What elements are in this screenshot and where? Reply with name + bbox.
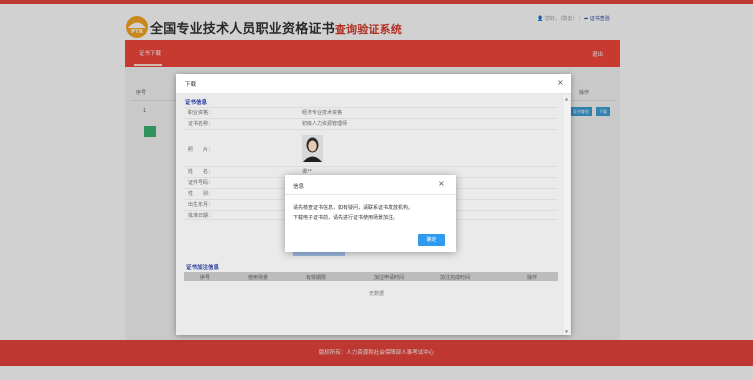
info-dialog: 信息 × 请先核查证书信息，如有疑问，请联系证书发放机构。 下载电子证书前，请先… [285, 175, 456, 252]
info-row: 职业资格： 经济专业技术资格 [184, 107, 558, 117]
rec-col-finish-time: 加注完成时间 [440, 275, 471, 281]
dialog-title: 信息 [293, 184, 305, 190]
dialog-ok-button[interactable]: 确定 [418, 234, 445, 246]
modal-header: 下载 × [176, 74, 571, 94]
info-label: 职业资格： [188, 110, 214, 116]
dialog-message-line1: 请先核查证书信息，如有疑问，请联系证书发放机构。 [293, 205, 414, 211]
info-label: 出生年月： [188, 202, 214, 208]
info-row: 照 片： [184, 129, 558, 165]
info-label: 证书名称： [188, 121, 214, 127]
rec-col-scene: 使用场景 [248, 275, 269, 281]
info-label: 批准日期： [188, 213, 214, 219]
rec-col-apply-time: 加注申请时间 [374, 275, 405, 281]
scroll-up-icon[interactable]: ▲ [565, 96, 568, 101]
modal-close-icon[interactable]: × [557, 78, 564, 87]
info-value: 谭** [302, 169, 313, 175]
scroll-down-icon[interactable]: ▼ [565, 329, 568, 334]
info-label: 证件号码： [188, 180, 214, 186]
modal-scrollbar[interactable]: ▲ ▼ [564, 95, 570, 335]
rec-col-op: 操作 [527, 275, 538, 281]
info-value: 初级人力资源管理师 [302, 121, 348, 127]
rec-col-seq: 序号 [200, 275, 211, 281]
certificate-photo [302, 135, 323, 162]
section-certificate-info: 证书信息 [185, 100, 208, 106]
dialog-close-icon[interactable]: × [438, 179, 445, 188]
dialog-divider [285, 194, 456, 195]
records-table-header [184, 272, 558, 281]
portrait-image [302, 135, 323, 162]
info-label: 照 片： [188, 147, 214, 153]
records-empty: 无数据 [368, 291, 384, 297]
section-certificate-records: 证书加注信息 [186, 265, 220, 271]
info-value: 经济专业技术资格 [302, 110, 343, 116]
info-label: 姓 名： [188, 169, 214, 175]
info-label: 性 别： [188, 191, 214, 197]
info-row: 证书名称： 初级人力资源管理师 [184, 118, 558, 128]
rec-col-validity: 有效期限 [306, 275, 327, 281]
dialog-message-line2: 下载电子证书前，请先进行证书使用场景加注。 [293, 215, 399, 221]
modal-title: 下载 [185, 82, 197, 88]
